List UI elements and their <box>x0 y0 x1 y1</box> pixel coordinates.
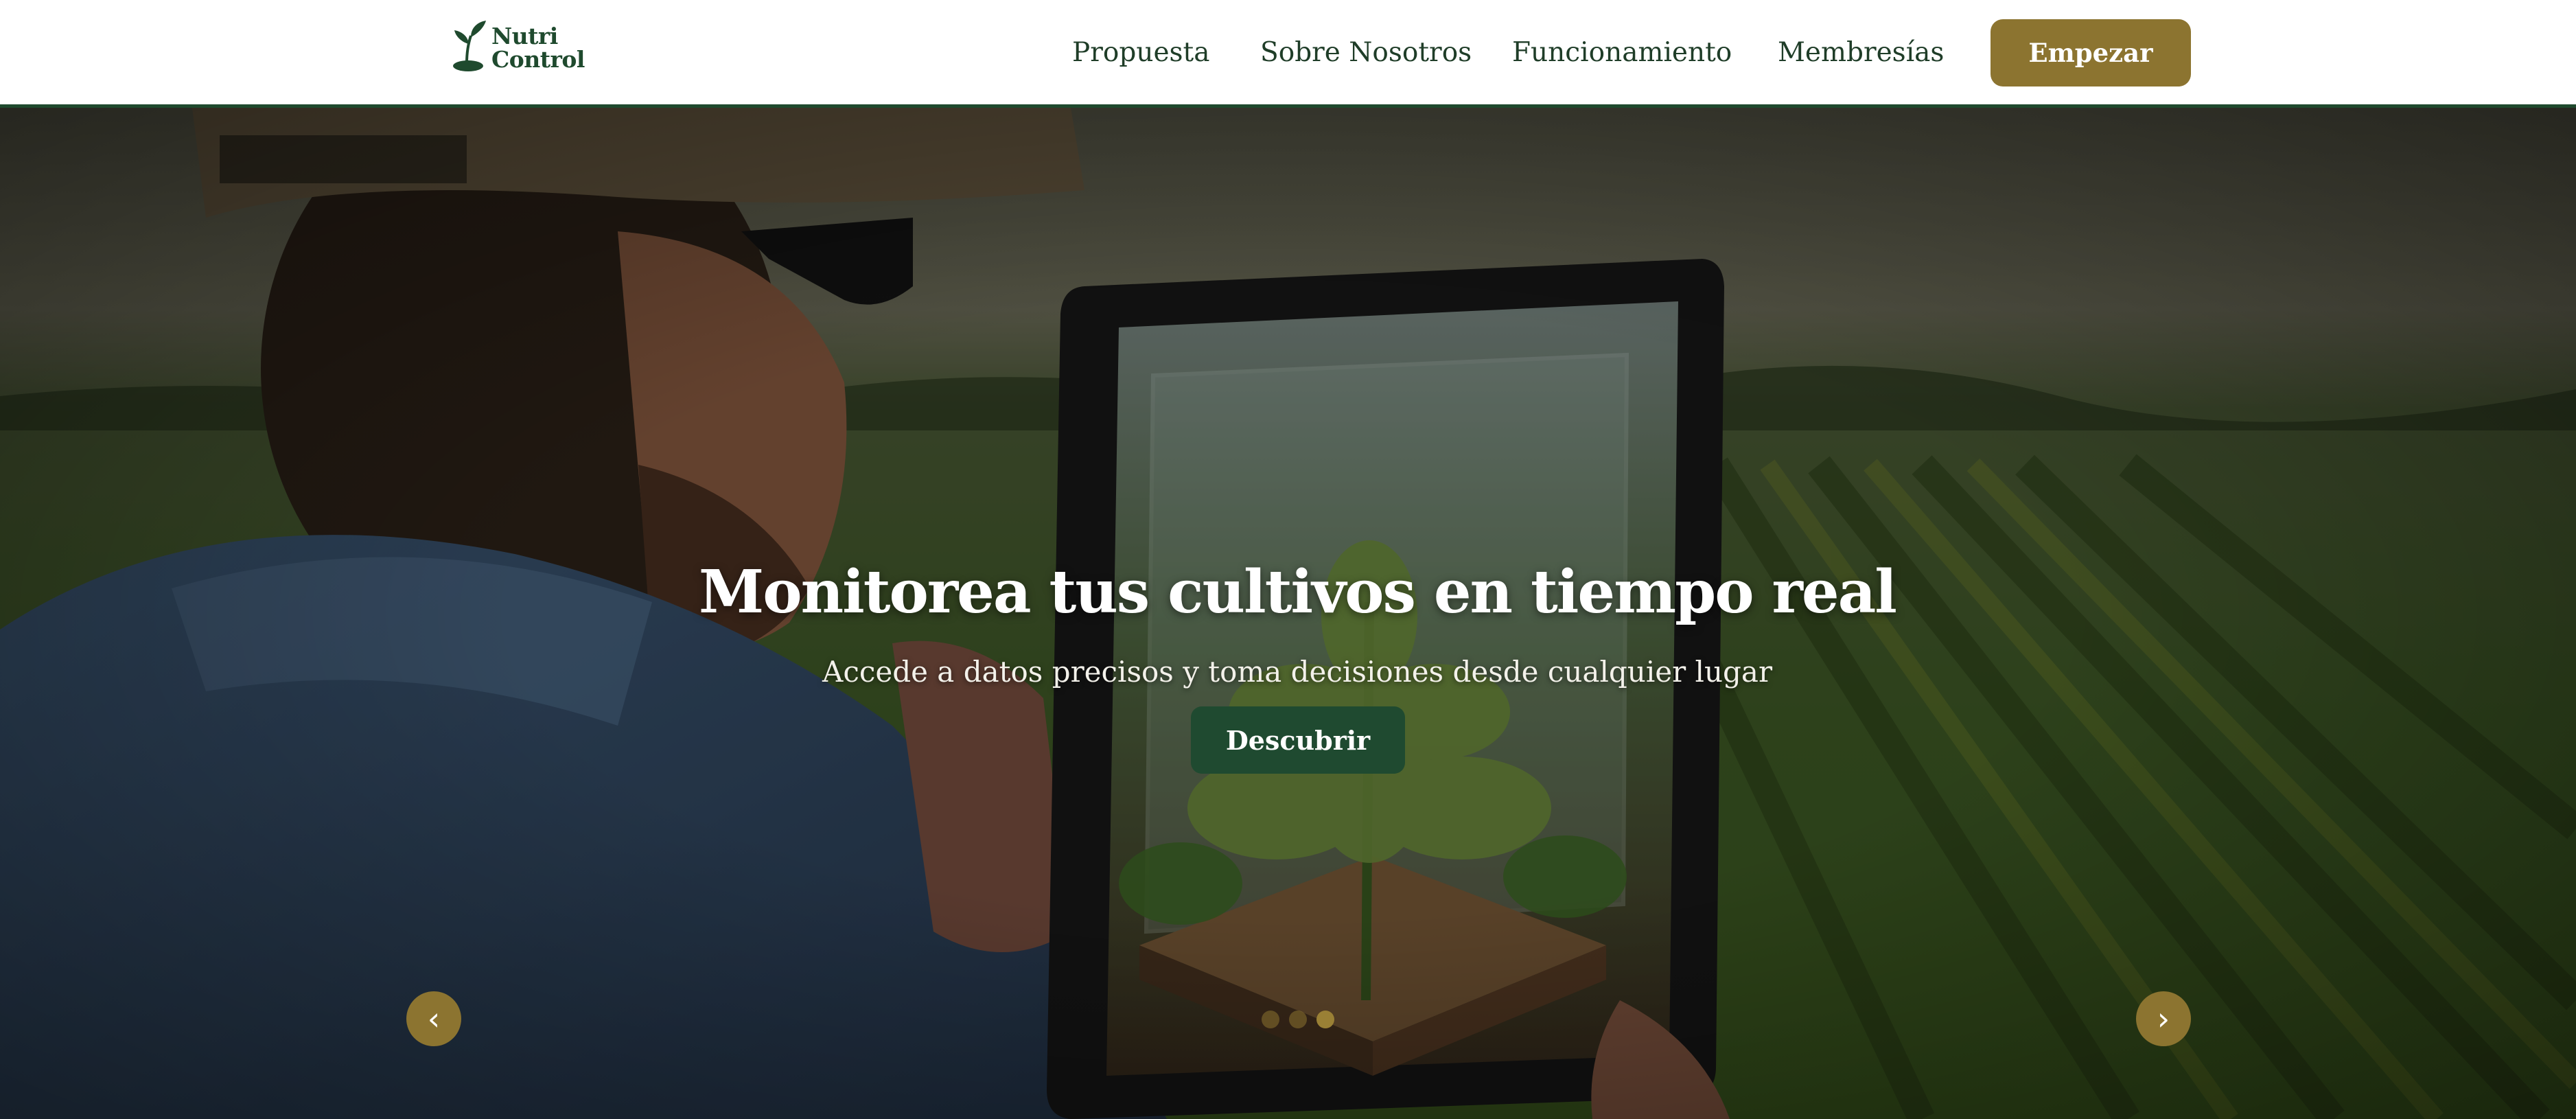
carousel-prev-button[interactable]: ‹ <box>406 991 461 1046</box>
hero-carousel: Monitorea tus cultivos en tiempo real Ac… <box>0 108 2576 1119</box>
carousel-dot-1[interactable] <box>1262 1011 1279 1028</box>
nav-link-propuesta[interactable]: Propuesta <box>1072 37 1209 68</box>
nav-link-membresias[interactable]: Membresías <box>1778 37 1944 68</box>
nav-link-funcionamiento[interactable]: Funcionamiento <box>1512 37 1732 68</box>
sprout-icon <box>453 21 486 71</box>
carousel-next-button[interactable]: › <box>2136 991 2191 1046</box>
start-button[interactable]: Empezar <box>1991 19 2191 86</box>
nav-link-sobre-nosotros[interactable]: Sobre Nosotros <box>1260 37 1472 68</box>
logo-text-line1: Nutri <box>491 23 558 49</box>
carousel-dot-3[interactable] <box>1316 1011 1334 1028</box>
carousel-dot-2[interactable] <box>1289 1011 1307 1028</box>
logo-text: Nutri Control <box>491 25 585 71</box>
carousel-indicators <box>1262 1011 1337 1030</box>
hero-title: Monitorea tus cultivos en tiempo real <box>699 557 1897 627</box>
logo-text-line2: Control <box>491 46 585 73</box>
logo[interactable]: Nutri Control <box>452 19 585 74</box>
chevron-left-icon: ‹ <box>427 1000 441 1037</box>
site-header: Nutri Control Propuesta Sobre Nosotros F… <box>0 0 2576 108</box>
chevron-right-icon: › <box>2157 1000 2170 1037</box>
hero-subtitle: Accede a datos precisos y toma decisione… <box>822 655 1773 689</box>
discover-button[interactable]: Descubrir <box>1191 706 1405 774</box>
